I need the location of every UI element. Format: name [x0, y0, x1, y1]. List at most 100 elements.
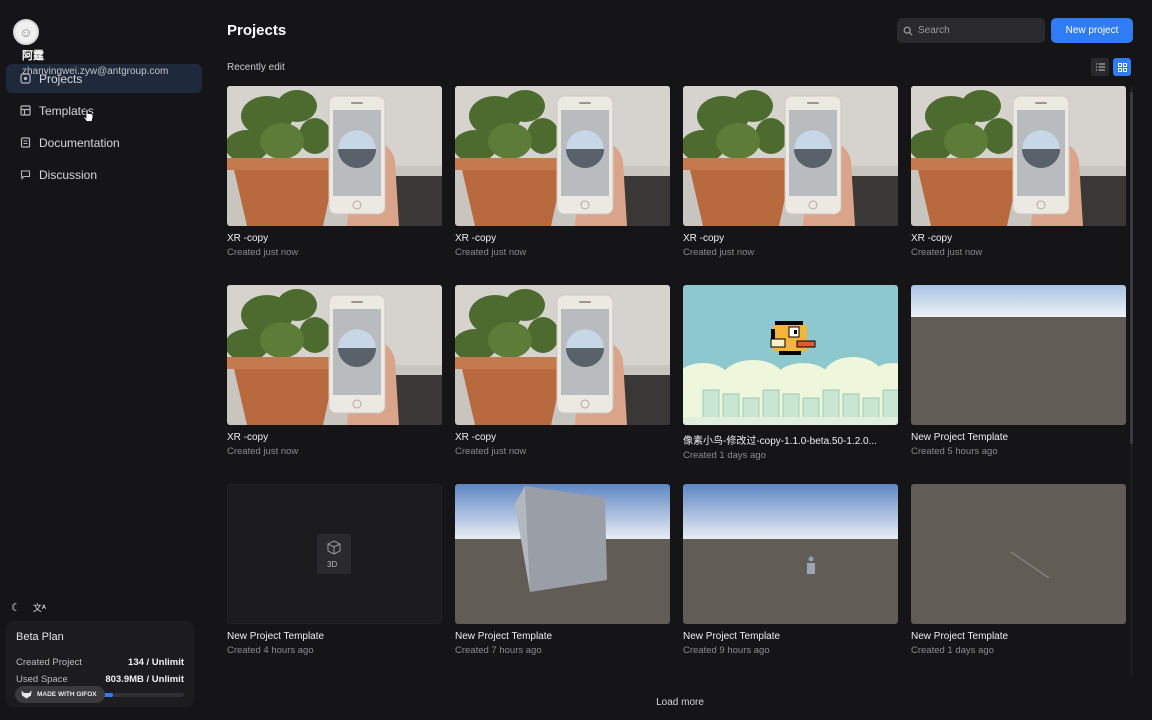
plan-title: Beta Plan — [16, 631, 64, 643]
project-created-time: Created just now — [683, 247, 755, 258]
project-created-time: Created 1 days ago — [683, 450, 766, 461]
search-icon — [903, 26, 913, 35]
project-created-time: Created just now — [227, 446, 299, 457]
sidebar-item-label: Documentation — [39, 135, 120, 150]
project-title[interactable]: New Project Template — [227, 631, 442, 642]
project-thumbnail[interactable] — [227, 285, 442, 425]
project-card[interactable]: XR -copy Created just now — [227, 285, 442, 457]
project-title[interactable]: New Project Template — [911, 631, 1126, 642]
project-created-time: Created 7 hours ago — [455, 645, 542, 656]
project-card[interactable]: New Project Template Created 1 days ago — [911, 484, 1126, 656]
project-title[interactable]: XR -copy — [455, 233, 670, 244]
list-icon — [1095, 63, 1105, 71]
project-card[interactable]: XR -copy Created just now — [455, 86, 670, 258]
plan-space-value: 803.9MB / Unlimit — [105, 674, 184, 685]
project-created-time: Created just now — [455, 446, 527, 457]
scrollbar-thumb[interactable] — [1130, 92, 1133, 444]
grid-view-button[interactable] — [1113, 58, 1131, 76]
plan-created-row: Created Project 134 / Unlimit — [16, 657, 184, 668]
project-thumbnail[interactable] — [911, 285, 1126, 425]
project-title[interactable]: New Project Template — [683, 631, 898, 642]
project-created-time: Created just now — [455, 247, 527, 258]
project-card[interactable]: XR -copy Created just now — [683, 86, 898, 258]
fox-icon — [21, 690, 32, 699]
project-card[interactable]: 像素小鸟-修改过-copy-1.1.0-beta.50-1.2.0... Cre… — [683, 285, 898, 461]
cube-scene-thumbnail — [455, 484, 670, 624]
3d-badge-text: 3D — [327, 560, 338, 569]
xr-phone-thumbnail — [227, 285, 442, 425]
project-created-time: Created 9 hours ago — [683, 645, 770, 656]
project-card[interactable]: XR -copy Created just now — [227, 86, 442, 258]
project-title[interactable]: New Project Template — [455, 631, 670, 642]
pixel-bird-thumbnail — [683, 285, 898, 425]
project-card[interactable]: New Project Template Created 9 hours ago — [683, 484, 898, 656]
user-email: zhanyingwei.zyw@antgroup.com — [22, 66, 169, 77]
project-card[interactable]: 3D New Project Template Created 4 hours … — [227, 484, 442, 656]
plan-space-label: Used Space — [16, 674, 68, 685]
project-created-time: Created 4 hours ago — [227, 645, 314, 656]
discussion-icon — [20, 169, 31, 180]
project-thumbnail[interactable] — [227, 86, 442, 226]
xr-phone-thumbnail — [455, 86, 670, 226]
project-card[interactable]: XR -copy Created just now — [455, 285, 670, 457]
project-title[interactable]: XR -copy — [455, 432, 670, 443]
project-card[interactable]: New Project Template Created 7 hours ago — [455, 484, 670, 656]
project-thumbnail[interactable] — [455, 285, 670, 425]
mode-icons: ☾ 文ᴬ — [11, 601, 46, 614]
sky-scene-thumbnail — [911, 285, 1126, 425]
dark-mode-icon[interactable]: ☾ — [11, 601, 21, 614]
language-icon[interactable]: 文ᴬ — [33, 601, 46, 614]
project-title[interactable]: XR -copy — [227, 233, 442, 244]
empty-3d-thumbnail — [227, 484, 442, 624]
project-title[interactable]: New Project Template — [911, 432, 1126, 443]
grid-icon — [1117, 62, 1127, 72]
gifox-badge-text: MADE WITH GIFOX — [37, 691, 97, 698]
sidebar-item-label: Discussion — [39, 167, 98, 182]
list-view-button[interactable] — [1091, 58, 1109, 76]
project-created-time: Created just now — [911, 247, 983, 258]
project-thumbnail[interactable] — [911, 86, 1126, 226]
xr-phone-thumbnail — [911, 86, 1126, 226]
project-thumbnail[interactable] — [683, 285, 898, 425]
project-title[interactable]: 像素小鸟-修改过-copy-1.1.0-beta.50-1.2.0... — [683, 432, 898, 447]
view-toggle — [1091, 58, 1131, 76]
load-more-button[interactable]: Load more — [620, 697, 740, 708]
xr-phone-thumbnail — [683, 86, 898, 226]
user-name: 阿霆 — [22, 49, 44, 62]
documentation-icon — [20, 137, 31, 148]
xr-phone-thumbnail — [227, 86, 442, 226]
templates-icon — [20, 105, 31, 116]
user-avatar[interactable]: ☺ — [13, 19, 39, 45]
mouse-cursor-icon — [82, 108, 94, 128]
project-thumbnail[interactable] — [455, 484, 670, 624]
project-created-time: Created 1 days ago — [911, 645, 994, 656]
project-title[interactable]: XR -copy — [683, 233, 898, 244]
project-title[interactable]: XR -copy — [227, 432, 442, 443]
project-thumbnail[interactable]: 3D — [227, 484, 442, 624]
figure-scene-thumbnail — [683, 484, 898, 624]
project-created-time: Created just now — [227, 247, 299, 258]
project-card[interactable]: New Project Template Created 5 hours ago — [911, 285, 1126, 457]
project-card[interactable]: XR -copy Created just now — [911, 86, 1126, 258]
project-thumbnail[interactable] — [455, 86, 670, 226]
plan-created-value: 134 / Unlimit — [128, 657, 184, 668]
sidebar-item-templates[interactable]: Templates — [6, 96, 202, 125]
sidebar-item-discussion[interactable]: Discussion — [6, 160, 202, 189]
project-title[interactable]: XR -copy — [911, 233, 1126, 244]
sidebar: ☺ 阿霆 Projects zhanyingwei.zyw@antgroup.c… — [0, 0, 208, 720]
sidebar-item-documentation[interactable]: Documentation — [6, 128, 202, 157]
section-label: Recently edit — [227, 62, 285, 73]
page-title: Projects — [227, 22, 287, 39]
search-box[interactable] — [897, 18, 1045, 43]
project-thumbnail[interactable] — [683, 86, 898, 226]
new-project-button[interactable]: New project — [1051, 18, 1133, 43]
project-created-time: Created 5 hours ago — [911, 446, 998, 457]
line-scene-thumbnail — [911, 484, 1126, 624]
project-thumbnail[interactable] — [911, 484, 1126, 624]
plan-space-row: Used Space 803.9MB / Unlimit — [16, 674, 184, 685]
project-thumbnail[interactable] — [683, 484, 898, 624]
gifox-badge: MADE WITH GIFOX — [15, 686, 105, 703]
search-input[interactable] — [918, 25, 1038, 36]
plan-created-label: Created Project — [16, 657, 83, 668]
xr-phone-thumbnail — [455, 285, 670, 425]
